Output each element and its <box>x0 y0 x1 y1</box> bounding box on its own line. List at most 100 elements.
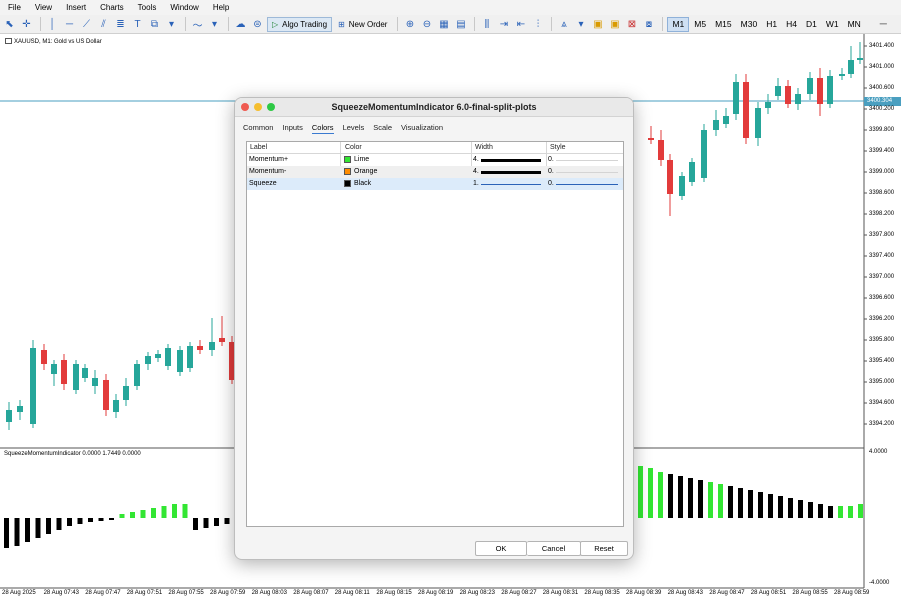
timeframe-m1[interactable]: M1 <box>667 16 690 32</box>
templates-icon[interactable]: ▣ <box>590 17 605 32</box>
minimize-icon[interactable]: ─ <box>876 17 891 32</box>
momentum-bar <box>140 510 146 518</box>
toolbar-divider <box>551 17 553 31</box>
timeframe-w1[interactable]: W1 <box>822 17 843 32</box>
color-swatch[interactable] <box>344 156 351 163</box>
indicator-title: SqueezeMomentumIndicator 0.0000 1.7449 0… <box>4 451 141 457</box>
timeframe-h1[interactable]: H1 <box>762 17 781 32</box>
menu-help[interactable]: Help <box>213 3 229 12</box>
candle-body <box>6 410 12 422</box>
timeframe-m30[interactable]: M30 <box>737 17 762 32</box>
momentum-bar <box>658 472 663 518</box>
grid-icon[interactable]: ▦ <box>436 17 451 32</box>
style-value[interactable]: 0. <box>548 180 554 187</box>
dropdown-icon[interactable]: ▾ <box>573 17 588 32</box>
menu-window[interactable]: Window <box>170 3 198 12</box>
menu-tools[interactable]: Tools <box>138 3 157 12</box>
shapes-icon[interactable]: ⧉ <box>147 17 162 32</box>
timeframe-mn[interactable]: MN <box>844 17 865 32</box>
cloud-icon[interactable]: ☁ <box>233 17 248 32</box>
autoscroll-icon[interactable]: ⇥ <box>496 17 511 32</box>
table-row[interactable]: Momentum- Orange 4. 0. <box>247 166 623 178</box>
trend-line-icon[interactable]: ⟋ <box>79 17 94 32</box>
horizontal-line-icon[interactable]: ─ <box>62 17 77 32</box>
candle-body <box>73 364 79 390</box>
bar-chart-icon[interactable]: ⫶ <box>530 17 545 32</box>
timeframe-d1[interactable]: D1 <box>802 17 821 32</box>
text-tool-icon[interactable]: T <box>130 17 145 32</box>
color-name[interactable]: Orange <box>354 168 377 175</box>
color-name[interactable]: Black <box>354 180 371 187</box>
style-value[interactable]: 0. <box>548 156 554 163</box>
momentum-bar <box>67 518 72 526</box>
tab-visualization[interactable]: Visualization <box>401 123 443 134</box>
ok-button[interactable]: OK <box>475 541 527 556</box>
channel-icon[interactable]: ⫽ <box>96 17 111 32</box>
tab-inputs[interactable]: Inputs <box>282 123 302 134</box>
width-value[interactable]: 4. <box>473 168 479 175</box>
candle-body <box>187 346 193 368</box>
candle-body <box>658 140 664 160</box>
candle-body <box>857 58 863 60</box>
reset-button[interactable]: Reset <box>580 541 628 556</box>
zoom-out-icon[interactable]: ⊖ <box>419 17 434 32</box>
time-tick-label: 28 Aug 08:31 <box>542 590 579 596</box>
layout-icon[interactable]: ▤ <box>453 17 468 32</box>
cancel-button[interactable]: Cancel <box>527 541 581 556</box>
menu-file[interactable]: File <box>8 3 21 12</box>
profiles-icon[interactable]: ▣ <box>607 17 622 32</box>
time-tick-label: 28 Aug 08:27 <box>501 590 537 596</box>
momentum-bar <box>688 478 693 518</box>
tab-common[interactable]: Common <box>243 123 273 134</box>
table-row[interactable]: Momentum+ Lime 4. 0. <box>247 154 623 166</box>
momentum-bar <box>109 518 114 520</box>
candle-body <box>827 76 833 104</box>
vertical-line-icon[interactable]: │ <box>45 17 60 32</box>
crosshair-icon[interactable]: ✛ <box>19 17 34 32</box>
new-order-label: New Order <box>348 19 388 29</box>
dialog-titlebar[interactable]: SqueezeMomentumIndicator 6.0-final-split… <box>235 98 633 117</box>
column-width: Width <box>475 144 493 151</box>
price-tick-label: 3394.600 <box>869 400 895 406</box>
history-icon[interactable]: ⊜ <box>250 17 265 32</box>
fibonacci-icon[interactable]: ≣ <box>113 17 128 32</box>
time-tick-label: 28 Aug 08:55 <box>792 590 828 596</box>
width-value[interactable]: 1. <box>473 180 479 187</box>
play-icon: ▷ <box>272 19 279 29</box>
candles-icon[interactable]: ⩓ <box>556 17 571 32</box>
tab-colors[interactable]: Colors <box>311 123 334 134</box>
dropdown-icon[interactable]: ▾ <box>207 17 222 32</box>
momentum-bar <box>98 518 104 521</box>
menu-insert[interactable]: Insert <box>66 3 86 12</box>
tab-levels[interactable]: Levels <box>343 123 365 134</box>
width-value[interactable]: 4. <box>473 156 479 163</box>
algo-trading-button[interactable]: ▷ Algo Trading <box>267 16 333 32</box>
chart-shift-icon[interactable]: ⇤ <box>513 17 528 32</box>
alarm-icon[interactable]: ⊠ <box>624 17 639 32</box>
style-value[interactable]: 0. <box>548 168 554 175</box>
candle-body <box>17 406 23 412</box>
color-name[interactable]: Lime <box>354 156 369 163</box>
cursor-icon[interactable]: ⬉ <box>2 17 17 32</box>
screenshot-icon[interactable]: ⧇ <box>641 17 656 32</box>
color-swatch[interactable] <box>344 168 351 175</box>
timeframe-m5[interactable]: M5 <box>690 17 710 32</box>
zoom-in-icon[interactable]: ⊕ <box>402 17 417 32</box>
menu-charts[interactable]: Charts <box>100 3 124 12</box>
timeframe-h4[interactable]: H4 <box>782 17 801 32</box>
timeframe-m15[interactable]: M15 <box>711 17 736 32</box>
color-swatch[interactable] <box>344 180 351 187</box>
tab-scale[interactable]: Scale <box>373 123 392 134</box>
table-row[interactable]: Squeeze Black 1. 0. <box>247 178 623 190</box>
candle-body <box>723 116 729 124</box>
momentum-bar <box>748 490 753 518</box>
new-order-button[interactable]: ⊞ New Order <box>334 17 391 32</box>
indicators-icon[interactable]: 〜 <box>190 17 205 32</box>
dropdown-icon[interactable]: ▾ <box>164 17 179 32</box>
menu-view[interactable]: View <box>35 3 52 12</box>
momentum-bar <box>77 518 83 524</box>
momentum-bar <box>35 518 41 538</box>
candle-body <box>41 350 47 364</box>
depth-icon[interactable]: ⫼ <box>479 17 494 32</box>
momentum-bar <box>14 518 20 546</box>
